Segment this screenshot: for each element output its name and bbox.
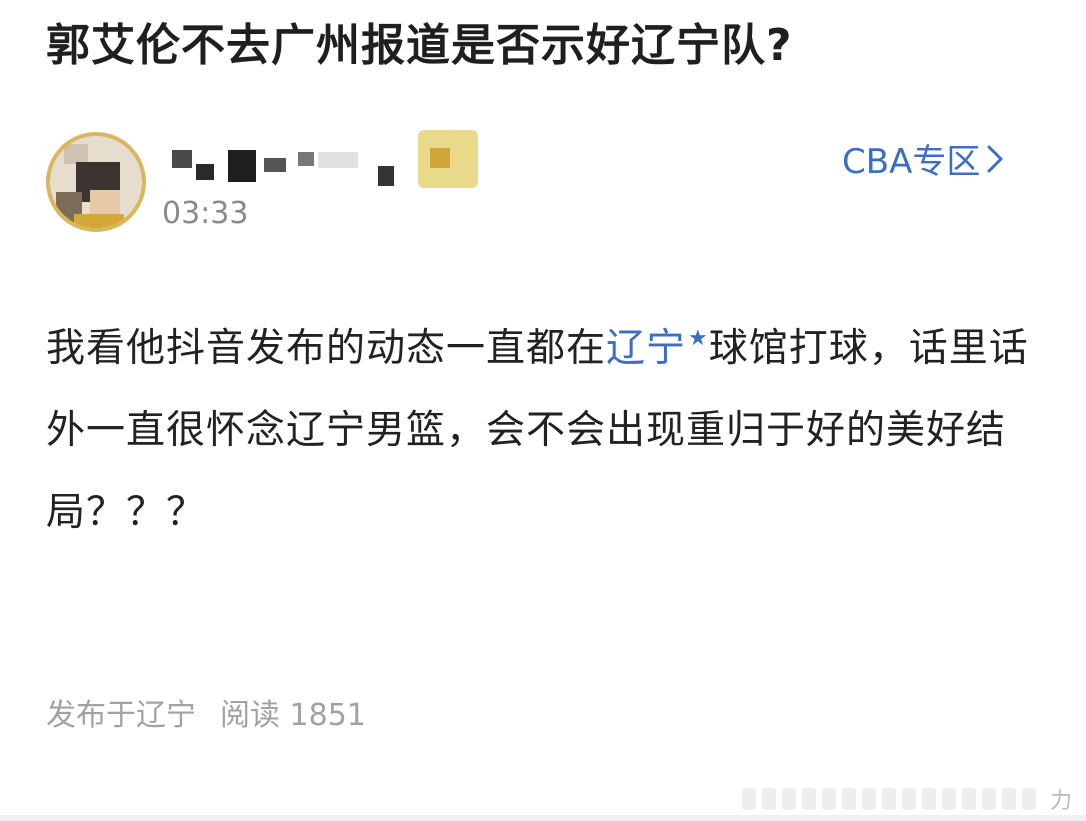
star-icon: ★: [688, 326, 709, 351]
published-location: 发布于辽宁: [46, 698, 196, 733]
cba-topic-link[interactable]: CBA专区: [842, 134, 1004, 183]
location-link[interactable]: 辽宁★: [606, 326, 709, 371]
chevron-right-icon: [987, 145, 1003, 172]
post-time: 03:33: [162, 196, 249, 231]
read-count: 阅读 1851: [220, 698, 366, 733]
watermark: 力: [742, 785, 1072, 814]
author-avatar[interactable]: [46, 132, 146, 232]
location-link-label: 辽宁: [606, 326, 687, 371]
bottom-divider: [0, 815, 1086, 821]
post-title: 郭艾伦不去广州报道是否示好辽宁队?: [46, 20, 793, 71]
post-meta: 发布于辽宁 阅读 1851: [46, 690, 366, 734]
author-name-obscured[interactable]: [168, 130, 488, 194]
topic-link-label: CBA专区: [842, 142, 981, 182]
post-body: 我看他抖音发布的动态一直都在辽宁★球馆打球，话里话外一直很怀念辽宁男篮，会不会出…: [46, 298, 1046, 554]
watermark-text: 力: [1049, 789, 1072, 814]
post-body-text-start: 我看他抖音发布的动态一直都在: [46, 326, 607, 371]
